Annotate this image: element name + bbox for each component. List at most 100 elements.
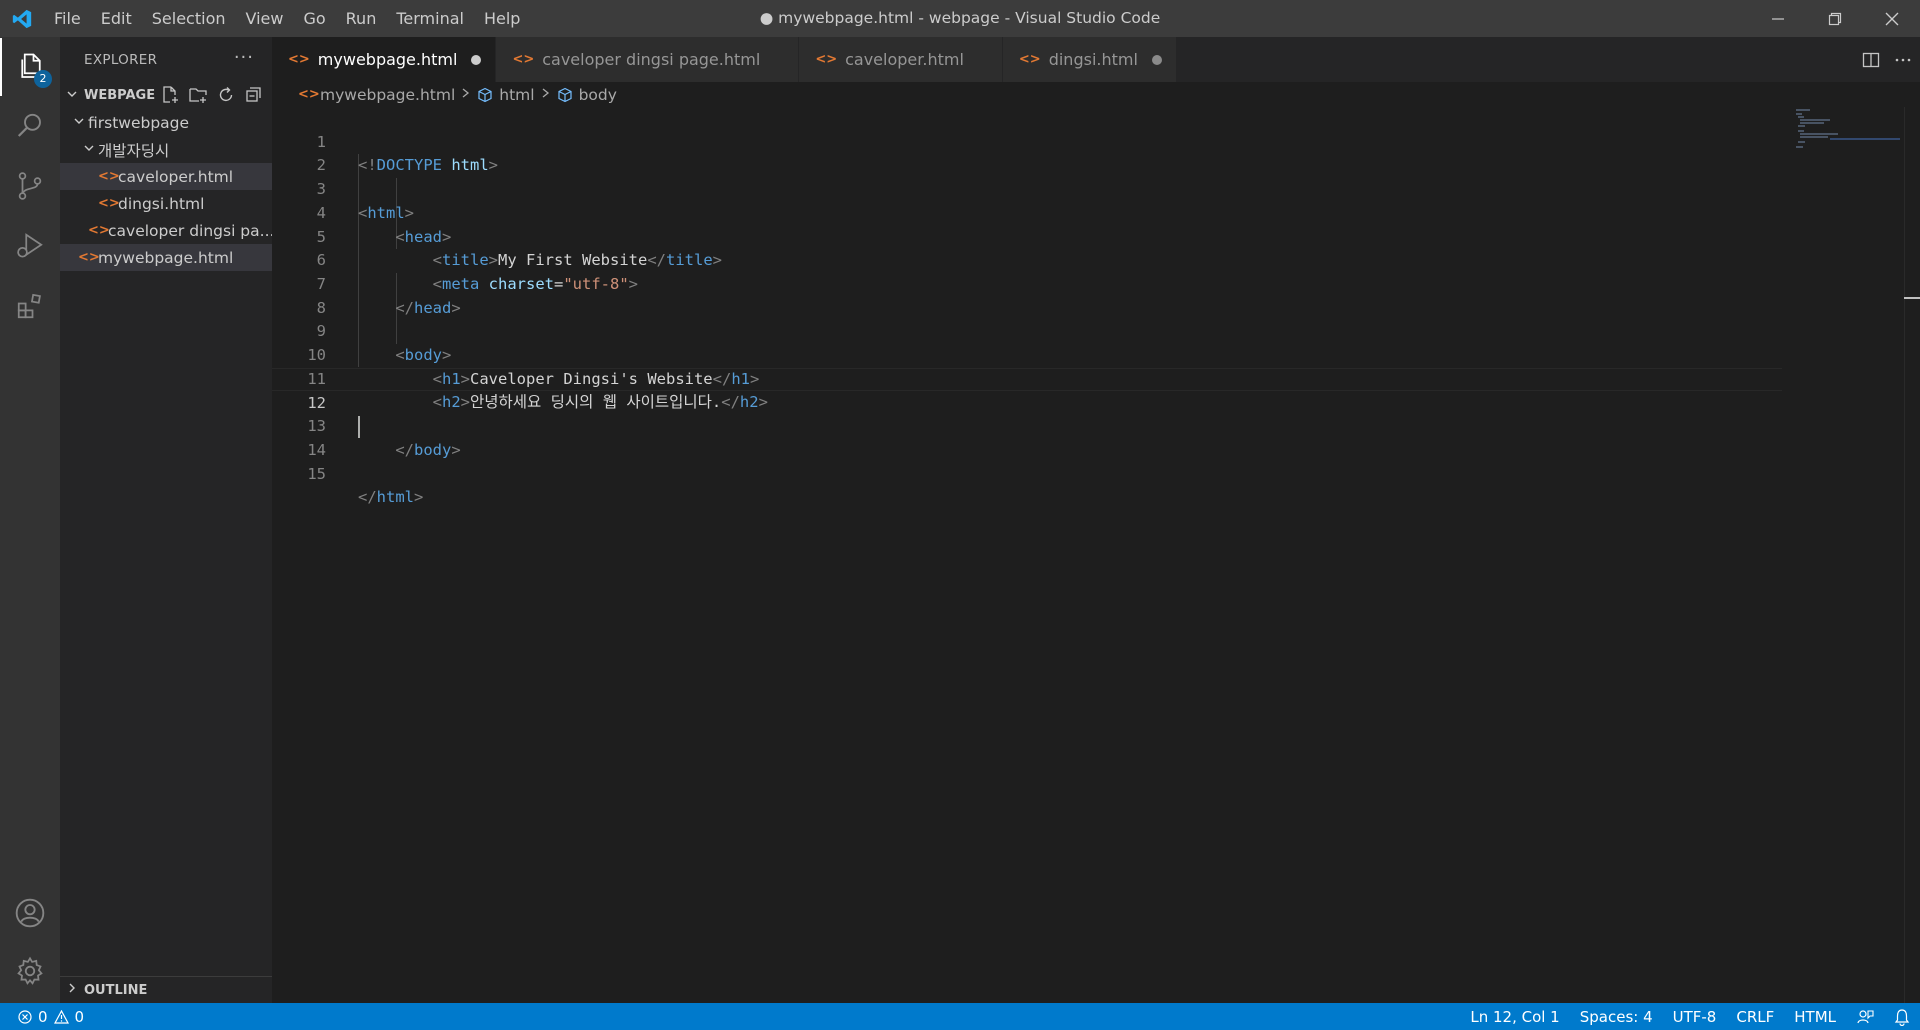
html-file-icon: <>: [512, 52, 535, 67]
line-number: 15: [307, 464, 326, 483]
split-editor-icon[interactable]: [1862, 51, 1880, 69]
unsaved-dot-icon[interactable]: [471, 54, 482, 65]
window-controls: [1749, 0, 1920, 37]
tree-label: caveloper dingsi pa...: [108, 221, 272, 240]
end-of-line[interactable]: CRLF: [1736, 1008, 1774, 1026]
title-bar: File Edit Selection View Go Run Terminal…: [0, 0, 1920, 37]
code-line: 11 <h2>안녕하세요 딩시의 웹 사이트입니다.</h2>: [272, 344, 1782, 412]
menu-selection[interactable]: Selection: [142, 0, 236, 37]
close-window-button[interactable]: [1863, 0, 1920, 37]
menu-file[interactable]: File: [44, 0, 91, 37]
language-mode[interactable]: HTML: [1794, 1008, 1836, 1026]
menu-run[interactable]: Run: [336, 0, 387, 37]
tree-file-caveloper[interactable]: <> caveloper.html: [60, 163, 272, 190]
restore-icon: [1828, 12, 1841, 25]
close-icon: [1885, 12, 1898, 25]
workspace-name: WEBPAGE: [84, 88, 156, 103]
vertical-scrollbar[interactable]: [1904, 107, 1920, 1003]
warning-count: 0: [74, 1007, 85, 1026]
tree-file-mywebpage[interactable]: <> mywebpage.html: [60, 244, 272, 271]
code-editor[interactable]: 1 <!DOCTYPE html> 2 3 <html> 4 <head> 5 …: [272, 107, 1920, 1003]
menu-help[interactable]: Help: [474, 0, 530, 37]
symbol-element-icon: [478, 87, 492, 102]
code-line-current: 12: [272, 367, 1782, 439]
tab-mywebpage[interactable]: <> mywebpage.html: [272, 37, 497, 82]
unsaved-dot-icon[interactable]: [1151, 54, 1162, 65]
explorer-toolbar: [160, 85, 264, 105]
tab-label: caveloper dingsi page.html: [542, 50, 761, 69]
tab-caveloper-dingsi-page[interactable]: <> caveloper dingsi page.html: [496, 37, 800, 82]
minimize-icon: [1771, 17, 1784, 20]
error-count: 0: [38, 1007, 48, 1026]
more-actions-icon[interactable]: [1894, 51, 1912, 69]
menu-go[interactable]: Go: [293, 0, 335, 37]
menu-view[interactable]: View: [236, 0, 294, 37]
breadcrumb-html[interactable]: html: [499, 86, 534, 104]
html-file-icon: <>: [78, 250, 100, 265]
account-icon: [15, 898, 45, 928]
bell-icon[interactable]: [1894, 1008, 1910, 1026]
code-line: 9 <body>: [272, 297, 1782, 364]
html-file-icon: <>: [288, 52, 310, 67]
symbol-element-icon: [557, 87, 572, 102]
tree-folder-firstwebpage[interactable]: firstwebpage: [60, 109, 272, 136]
refresh-icon[interactable]: [216, 85, 236, 105]
tab-label: caveloper.html: [845, 50, 964, 69]
activity-accounts[interactable]: [0, 884, 60, 942]
search-icon: [17, 113, 41, 137]
cursor-position[interactable]: Ln 12, Col 1: [1470, 1008, 1559, 1026]
code-line: 7 </head>: [272, 249, 1782, 317]
code-line: 15 </html>: [272, 439, 1782, 507]
activity-search[interactable]: [0, 97, 60, 155]
tree-label: 개발자딩시: [98, 141, 170, 160]
restore-button[interactable]: [1806, 0, 1863, 37]
breadcrumb-body[interactable]: body: [579, 86, 617, 104]
chevron-down-icon: [80, 142, 98, 157]
more-actions-icon[interactable]: ···: [234, 47, 254, 68]
activity-source-control[interactable]: [0, 157, 60, 215]
explorer-title: EXPLORER: [84, 51, 158, 68]
tree-file-caveloper-dingsi-page[interactable]: <> caveloper dingsi pa...: [60, 217, 272, 244]
extensions-icon: [17, 293, 41, 319]
html-file-icon: <>: [88, 223, 110, 238]
cursor-position-marker: [1904, 297, 1920, 299]
menu-bar: File Edit Selection View Go Run Terminal…: [44, 0, 530, 37]
error-icon: [18, 1009, 32, 1024]
activity-extensions[interactable]: [0, 277, 60, 335]
code-line: 3 <html>: [272, 154, 1782, 222]
html-file-icon: <>: [1018, 52, 1041, 67]
file-encoding[interactable]: UTF-8: [1673, 1008, 1717, 1026]
activity-explorer[interactable]: 2: [0, 38, 60, 96]
minimize-button[interactable]: [1749, 0, 1806, 37]
explorer-sidebar: EXPLORER ··· WEBPAGE firstwebpage 개발자딩시 …: [60, 37, 272, 1003]
activity-run-debug[interactable]: [0, 217, 60, 275]
vscode-logo-icon: [0, 0, 44, 37]
status-right: Ln 12, Col 1 Spaces: 4 UTF-8 CRLF HTML: [1470, 1003, 1910, 1030]
new-file-icon[interactable]: [160, 85, 180, 105]
breadcrumb: <> mywebpage.html html body: [272, 82, 1920, 107]
workspace-section[interactable]: WEBPAGE: [60, 82, 272, 109]
menu-terminal[interactable]: Terminal: [386, 0, 474, 37]
menu-edit[interactable]: Edit: [91, 0, 142, 37]
problems-indicator[interactable]: 0 0: [0, 1008, 84, 1026]
indentation[interactable]: Spaces: 4: [1580, 1008, 1653, 1026]
activity-manage[interactable]: [0, 942, 60, 1000]
tree-label: caveloper.html: [118, 167, 234, 186]
explorer-header: EXPLORER ···: [60, 37, 272, 82]
new-folder-icon[interactable]: [188, 85, 208, 105]
tree-file-dingsi[interactable]: <> dingsi.html: [60, 190, 272, 217]
minimap[interactable]: [1790, 107, 1900, 227]
outline-section[interactable]: OUTLINE: [60, 976, 272, 1003]
tab-dingsi[interactable]: <> dingsi.html: [1002, 37, 1177, 82]
chevron-down-icon: [70, 115, 88, 130]
tab-caveloper[interactable]: <> caveloper.html: [799, 37, 1003, 82]
warning-icon: [53, 1009, 69, 1024]
feedback-icon[interactable]: [1856, 1008, 1874, 1026]
tree-folder-dev-dingsi[interactable]: 개발자딩시: [60, 136, 272, 163]
chevron-right-icon: [461, 87, 471, 102]
run-debug-icon: [17, 233, 43, 258]
collapse-all-icon[interactable]: [244, 85, 264, 105]
breadcrumb-file[interactable]: mywebpage.html: [320, 86, 455, 104]
code-line: 8: [272, 273, 1782, 317]
tab-label: mywebpage.html: [317, 50, 458, 69]
